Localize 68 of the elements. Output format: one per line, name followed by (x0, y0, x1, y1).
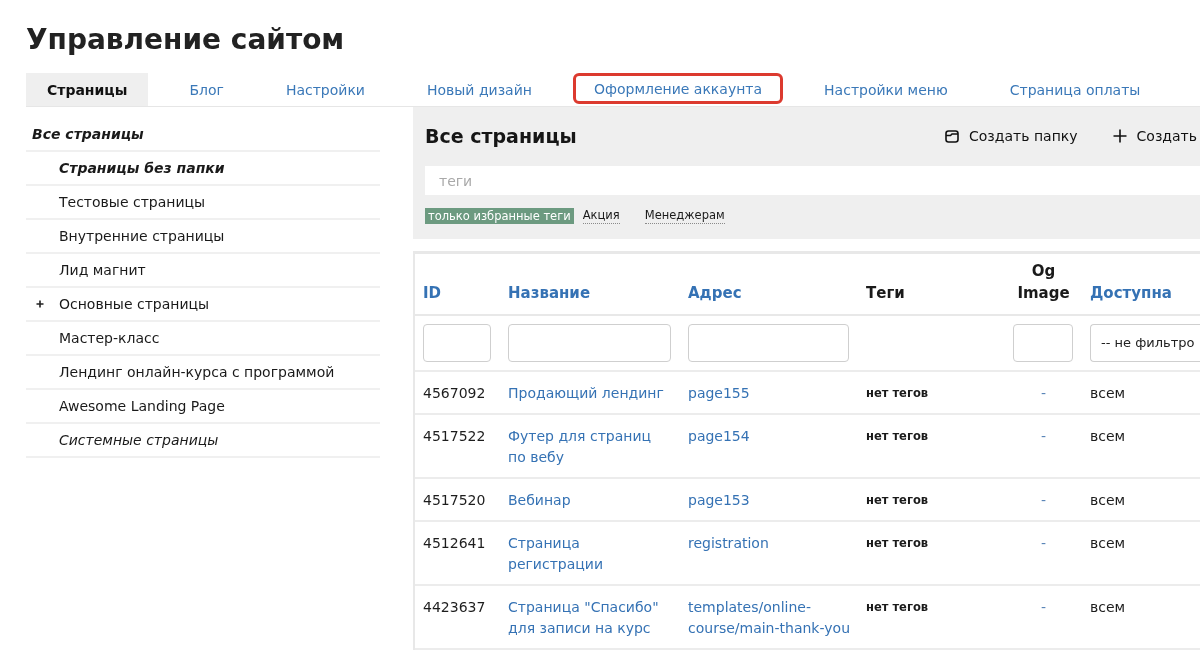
tab[interactable]: Настройки меню (803, 73, 969, 106)
create-folder-button[interactable]: Создать папку (945, 128, 1078, 144)
sidebar-item[interactable]: Awesome Landing Page (59, 398, 225, 414)
page-address-link[interactable]: registration (688, 533, 850, 554)
table-cell: нет тегов (858, 478, 1005, 521)
page-name-link[interactable]: Страница регистрации (508, 533, 672, 575)
column-header[interactable]: Название (500, 254, 680, 315)
table-cell: нет тегов (858, 521, 1005, 585)
table-cell: нет тегов (858, 585, 1005, 649)
table-cell: всем (1082, 585, 1200, 649)
sidebar-item[interactable]: Внутренние страницы (59, 228, 225, 244)
filter-field[interactable] (688, 324, 849, 362)
tags-field[interactable]: теги (425, 166, 1200, 195)
table-cell: - (1005, 371, 1082, 414)
page-address-link[interactable]: page154 (688, 426, 850, 447)
table-cell: нет тегов (858, 414, 1005, 478)
tab[interactable]: Оформление аккаунта (572, 73, 784, 104)
page-title: Управление сайтом (26, 22, 346, 58)
table-cell: 4517520 (415, 478, 500, 521)
column-header[interactable]: Доступна (1082, 254, 1200, 315)
table-cell: - (1005, 414, 1082, 478)
table-cell: - (1005, 585, 1082, 649)
create-button[interactable]: Создать (1112, 128, 1197, 144)
sidebar-item[interactable]: Лендинг онлайн-курса с программой (59, 364, 335, 380)
table-cell: всем (1082, 414, 1200, 478)
table-cell: - (1005, 478, 1082, 521)
page-name-link[interactable]: Продающий лендинг (508, 383, 672, 404)
tab[interactable]: Страницы (26, 73, 149, 106)
filter-field[interactable] (1013, 324, 1073, 362)
column-header: Теги (858, 254, 1005, 315)
page-name-link[interactable]: Футер для страниц по вебу (508, 426, 672, 468)
table-cell: 4512641 (415, 521, 500, 585)
tab[interactable]: Настройки (264, 73, 386, 106)
page-name-link[interactable]: Страница "Спасибо" для записи на курс (508, 597, 672, 639)
sidebar-item[interactable]: Системные страницы (59, 432, 219, 448)
sidebar-item[interactable]: Мастер-класс (59, 330, 160, 346)
filter-field[interactable] (423, 324, 491, 362)
table-cell: 4517522 (415, 414, 500, 478)
table-cell: - (1005, 521, 1082, 585)
page-address-link[interactable]: page153 (688, 490, 850, 511)
table-cell: всем (1082, 371, 1200, 414)
folder-icon (945, 129, 959, 143)
tab[interactable]: Страница оплаты (988, 73, 1162, 106)
page-name-link[interactable]: Вебинар (508, 490, 672, 511)
filter-dropdown[interactable]: -- не фильтро (1090, 324, 1200, 362)
tag-link[interactable]: Акция (582, 208, 620, 224)
tab[interactable]: Блог (168, 73, 245, 106)
tab[interactable]: Новый дизайн (405, 73, 553, 106)
sidebar-item[interactable]: Тестовые страницы (59, 194, 206, 210)
section-heading: Все страницы (425, 125, 577, 147)
plus-icon (1112, 129, 1127, 143)
table-cell: нет тегов (858, 371, 1005, 414)
table-cell: всем (1082, 521, 1200, 585)
page-address-link[interactable]: templates/online-course/main-thank-you (688, 597, 850, 639)
filter-field[interactable] (508, 324, 671, 362)
sidebar-item[interactable]: Лид магнит (59, 262, 146, 278)
column-header: Og Image (1005, 254, 1082, 315)
page-address-link[interactable]: page155 (688, 383, 850, 404)
sidebar-item[interactable]: Все страницы (32, 126, 144, 142)
tag-link[interactable]: Менеджерам (644, 208, 725, 224)
table-cell: 4423637 (415, 585, 500, 649)
sidebar-item[interactable]: Основные страницы (59, 296, 210, 312)
favorites-toggle[interactable]: только избранные теги (425, 208, 574, 224)
table-cell: всем (1082, 478, 1200, 521)
column-header[interactable]: ID (415, 254, 500, 315)
sidebar-item[interactable]: Страницы без папки (59, 160, 225, 176)
table-cell: 4567092 (415, 371, 500, 414)
column-header[interactable]: Адрес (680, 254, 858, 315)
